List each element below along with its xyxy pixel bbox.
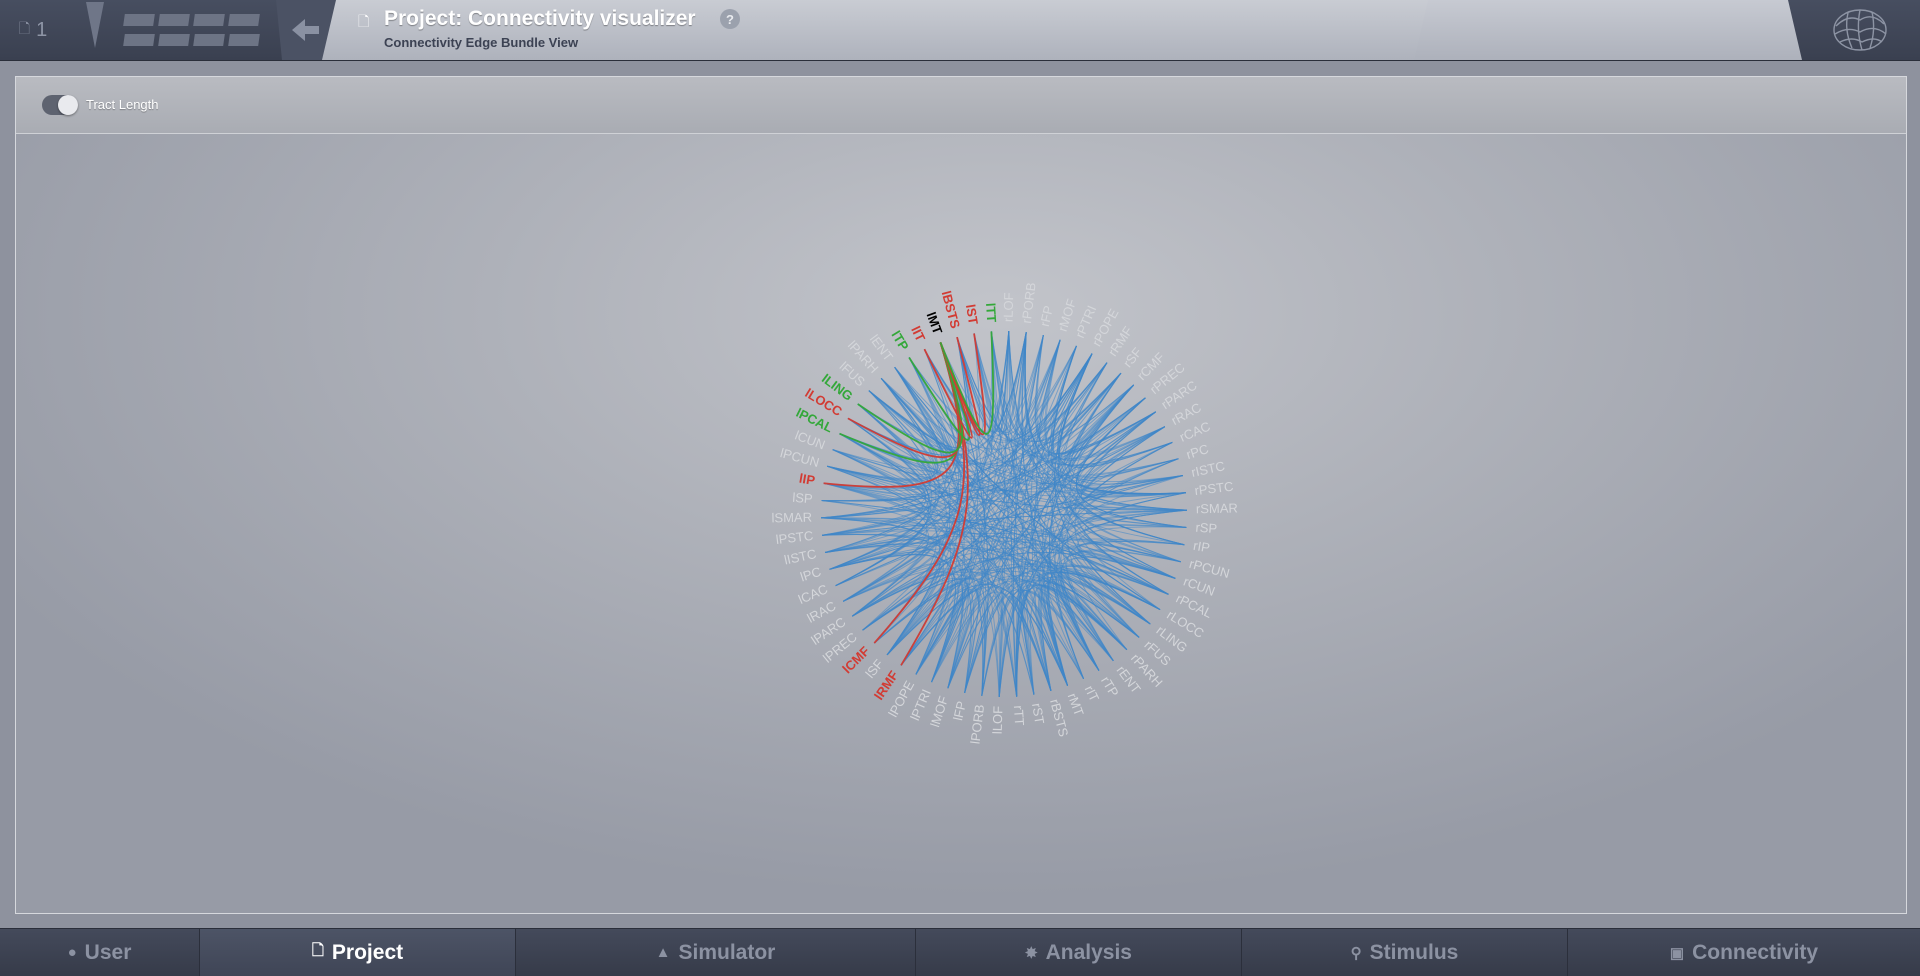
tab-project[interactable]: 🗋 Project (200, 929, 516, 976)
rocket-icon: ▲ (655, 944, 671, 961)
node-label-lPORB[interactable]: lPORB (967, 704, 987, 745)
user-icon: ● (67, 944, 77, 961)
node-label-rMT[interactable]: rMT (1065, 691, 1087, 718)
node-label-lIT[interactable]: lIT (908, 324, 928, 344)
brain-logo-icon[interactable] (1826, 4, 1894, 56)
tab-simulator-label: Simulator (678, 940, 776, 964)
tab-analysis-label: Analysis (1045, 940, 1132, 964)
help-icon[interactable]: ? (720, 9, 740, 29)
page-title: Project: Connectivity visualizer (384, 7, 696, 30)
grid-cell-icon (158, 34, 190, 46)
document-icon: 🗋 (311, 942, 324, 959)
bottom-nav: ● User 🗋 Project ▲ Simulator ✸ Analysis … (0, 928, 1920, 976)
tab-project-label: Project (331, 940, 404, 964)
grid-cell-icon (193, 14, 225, 26)
node-label-lSMAR[interactable]: lSMAR (771, 510, 812, 526)
connectivity-chord-diagram[interactable]: rLOF rPORBrFPrMOFrPTRIrPOPErRMFrSFrCMFrPR… (16, 77, 1906, 913)
pin-icon: ⚲ (1350, 944, 1362, 962)
node-label-lFP[interactable]: lFP (950, 700, 969, 722)
top-header: 🗋 1 🗋 Project: Connectivity visualizer ?… (0, 0, 1920, 61)
page-count-value: 1 (36, 18, 48, 41)
title-area: 🗋 Project: Connectivity visualizer ? Con… (322, 0, 1434, 60)
node-label-rLOF[interactable]: rLOF (1000, 292, 1016, 322)
tab-simulator[interactable]: ▲ Simulator (516, 929, 916, 976)
network-icon: ▣ (1669, 944, 1685, 962)
node-label-lPC[interactable]: lPC (798, 564, 823, 585)
edge-bundle-view: Tract Length rLOF rPORB rFP rMOF rPTRI rPOPE r… (15, 76, 1907, 914)
node-label-rFP[interactable]: rFP (1037, 304, 1056, 328)
node-label-rPORB[interactable]: rPORB (1019, 282, 1039, 325)
tab-stimulus-label: Stimulus (1369, 940, 1459, 964)
node-label-lISTC[interactable]: lISTC (783, 546, 818, 567)
document-icon: 🗋 (18, 20, 31, 36)
document-icon: 🗋 (358, 13, 370, 29)
node-label-rIP[interactable]: rIP (1192, 538, 1211, 556)
grid-cell-icon (123, 14, 155, 26)
grid-cell-icon (228, 34, 260, 46)
node-label-lIP[interactable]: lIP (798, 471, 817, 489)
tab-analysis[interactable]: ✸ Analysis (916, 929, 1242, 976)
connectivity-edge (1016, 571, 1161, 697)
layout-grid-button[interactable] (123, 14, 262, 46)
tab-user-label: User (84, 940, 132, 964)
node-label-rSP[interactable]: rSP (1195, 520, 1218, 537)
tab-stimulus[interactable]: ⚲ Stimulus (1242, 929, 1568, 976)
node-label-lLOF[interactable]: lLOF (990, 706, 1006, 735)
main-area: Tract Length rLOF rPORB rFP rMOF rPTRI rPOPE r… (0, 61, 1920, 928)
grid-cell-icon (193, 34, 225, 46)
node-label-lPSTC[interactable]: lPSTC (775, 528, 814, 547)
node-label-rSMAR[interactable]: rSMAR (1196, 500, 1238, 516)
grid-cell-icon (228, 14, 260, 26)
node-label-rPSTC[interactable]: rPSTC (1194, 479, 1234, 498)
header-right-panel (1414, 0, 1802, 60)
node-label-rIT[interactable]: rIT (1082, 683, 1102, 704)
tab-connectivity[interactable]: ▣ Connectivity (1568, 929, 1920, 976)
tab-connectivity-label: Connectivity (1692, 940, 1819, 964)
page-subtitle: Connectivity Edge Bundle View (384, 35, 579, 50)
back-arrow-icon (292, 19, 319, 41)
node-label-lTT[interactable]: lTT (983, 302, 999, 323)
tab-user[interactable]: ● User (0, 929, 200, 976)
node-label-rST[interactable]: rST (1029, 702, 1047, 725)
page-counter[interactable]: 🗋 1 (0, 0, 66, 60)
node-label-rISTC[interactable]: rISTC (1190, 458, 1226, 480)
gear-icon: ✸ (1025, 944, 1038, 962)
grid-cell-icon (158, 14, 190, 26)
node-label-lST[interactable]: lST (963, 303, 981, 325)
node-label-rPC[interactable]: rPC (1184, 441, 1210, 462)
node-label-lSP[interactable]: lSP (792, 490, 813, 506)
node-label-rTT[interactable]: rTT (1011, 705, 1027, 726)
dropdown-wedge-icon[interactable] (86, 2, 104, 48)
grid-cell-icon (123, 34, 155, 46)
